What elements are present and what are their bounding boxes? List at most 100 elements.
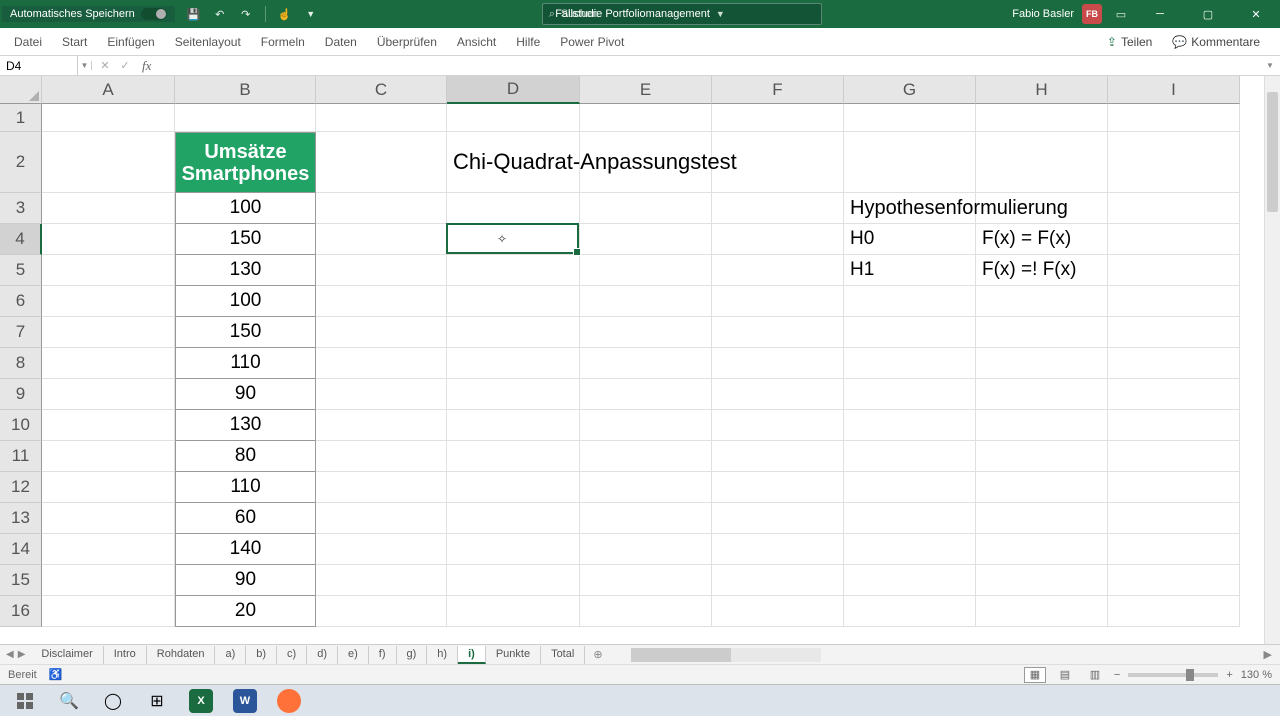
document-title[interactable]: Fallstudie Portfoliomanagement ▼: [555, 8, 725, 20]
cell-B1[interactable]: [175, 104, 316, 132]
cell-F3[interactable]: [712, 193, 844, 224]
sheet-tab-c[interactable]: c): [277, 646, 307, 664]
cortana-icon[interactable]: ◯: [92, 686, 134, 716]
cell-E13[interactable]: [580, 503, 712, 534]
cell-F5[interactable]: [712, 255, 844, 286]
cell-F14[interactable]: [712, 534, 844, 565]
cell-H12[interactable]: [976, 472, 1108, 503]
cell-F13[interactable]: [712, 503, 844, 534]
expand-formulabar[interactable]: ▼: [1260, 61, 1280, 70]
cell-C6[interactable]: [316, 286, 447, 317]
cell-A14[interactable]: [42, 534, 175, 565]
redo-icon[interactable]: ↷: [235, 3, 257, 25]
cell-I4[interactable]: [1108, 224, 1240, 255]
cell-D14[interactable]: [447, 534, 580, 565]
minimize-button[interactable]: ─: [1140, 0, 1180, 28]
column-header-H[interactable]: H: [976, 76, 1108, 104]
firefox-taskbar-icon[interactable]: [268, 686, 310, 716]
sheet-tab-i[interactable]: i): [458, 646, 486, 664]
column-header-F[interactable]: F: [712, 76, 844, 104]
row-header-9[interactable]: 9: [0, 379, 42, 410]
cell-A2[interactable]: [42, 132, 175, 193]
cell-I12[interactable]: [1108, 472, 1240, 503]
task-view-icon[interactable]: ⊞: [136, 686, 178, 716]
row-header-11[interactable]: 11: [0, 441, 42, 472]
cell-D8[interactable]: [447, 348, 580, 379]
cell-I13[interactable]: [1108, 503, 1240, 534]
cell-C10[interactable]: [316, 410, 447, 441]
cell-E6[interactable]: [580, 286, 712, 317]
cell-F7[interactable]: [712, 317, 844, 348]
cell-F10[interactable]: [712, 410, 844, 441]
cell-E8[interactable]: [580, 348, 712, 379]
select-all-corner[interactable]: [0, 76, 42, 104]
excel-taskbar-icon[interactable]: X: [180, 686, 222, 716]
cell-G8[interactable]: [844, 348, 976, 379]
column-header-D[interactable]: D: [447, 76, 580, 104]
cell-D2[interactable]: Chi-Quadrat-Anpassungstest: [447, 132, 580, 193]
cell-E11[interactable]: [580, 441, 712, 472]
cell-F8[interactable]: [712, 348, 844, 379]
cell-H1[interactable]: [976, 104, 1108, 132]
cells-area[interactable]: Umsätze Smartphones100150130100150110901…: [42, 104, 1264, 644]
ribbon-tab-start[interactable]: Start: [52, 28, 97, 55]
comments-button[interactable]: 💬 Kommentare: [1164, 33, 1268, 51]
cell-A12[interactable]: [42, 472, 175, 503]
cell-A3[interactable]: [42, 193, 175, 224]
row-header-1[interactable]: 1: [0, 104, 42, 132]
add-sheet-button[interactable]: ⊕: [585, 648, 610, 661]
cell-E4[interactable]: [580, 224, 712, 255]
ribbon-display-icon[interactable]: ▭: [1110, 3, 1132, 25]
name-box[interactable]: D4: [0, 56, 78, 76]
sheet-scroll-right[interactable]: ▶: [1264, 648, 1280, 661]
row-header-7[interactable]: 7: [0, 317, 42, 348]
sheet-tab-Total[interactable]: Total: [541, 646, 585, 664]
row-header-14[interactable]: 14: [0, 534, 42, 565]
zoom-level[interactable]: 130 %: [1241, 669, 1272, 681]
cell-A1[interactable]: [42, 104, 175, 132]
accept-icon[interactable]: ✓: [116, 57, 134, 75]
page-break-icon[interactable]: ▥: [1084, 667, 1106, 683]
sheet-tab-e[interactable]: e): [338, 646, 369, 664]
horizontal-scrollbar[interactable]: [631, 648, 821, 662]
spreadsheet-grid[interactable]: ABCDEFGHI 12345678910111213141516 Umsätz…: [0, 76, 1280, 644]
cell-G3[interactable]: Hypothesenformulierung: [844, 193, 976, 224]
row-header-5[interactable]: 5: [0, 255, 42, 286]
cell-C5[interactable]: [316, 255, 447, 286]
cell-A16[interactable]: [42, 596, 175, 627]
scrollbar-thumb[interactable]: [1267, 92, 1278, 212]
cell-F4[interactable]: [712, 224, 844, 255]
sheet-tab-Disclaimer[interactable]: Disclaimer: [31, 646, 103, 664]
cell-D7[interactable]: [447, 317, 580, 348]
cell-A5[interactable]: [42, 255, 175, 286]
cell-E5[interactable]: [580, 255, 712, 286]
cell-B12[interactable]: 110: [175, 472, 316, 503]
formula-input[interactable]: [155, 56, 1260, 75]
cell-H14[interactable]: [976, 534, 1108, 565]
column-header-I[interactable]: I: [1108, 76, 1240, 104]
cell-E9[interactable]: [580, 379, 712, 410]
ribbon-tab-formeln[interactable]: Formeln: [251, 28, 315, 55]
cell-C7[interactable]: [316, 317, 447, 348]
row-header-15[interactable]: 15: [0, 565, 42, 596]
search-button[interactable]: 🔍: [48, 686, 90, 716]
cell-G12[interactable]: [844, 472, 976, 503]
row-header-3[interactable]: 3: [0, 193, 42, 224]
cell-G1[interactable]: [844, 104, 976, 132]
cell-B3[interactable]: 100: [175, 193, 316, 224]
cell-B8[interactable]: 110: [175, 348, 316, 379]
cell-I5[interactable]: [1108, 255, 1240, 286]
accessibility-icon[interactable]: ♿: [49, 668, 63, 681]
touch-icon[interactable]: ☝: [274, 3, 296, 25]
cancel-icon[interactable]: ✕: [96, 57, 114, 75]
cell-B13[interactable]: 60: [175, 503, 316, 534]
zoom-slider[interactable]: [1128, 673, 1218, 677]
page-layout-icon[interactable]: ▤: [1054, 667, 1076, 683]
cell-D4[interactable]: [447, 224, 580, 255]
cell-D3[interactable]: [447, 193, 580, 224]
cell-H11[interactable]: [976, 441, 1108, 472]
cell-D11[interactable]: [447, 441, 580, 472]
sheet-tab-b[interactable]: b): [246, 646, 277, 664]
scrollbar-thumb[interactable]: [631, 648, 731, 662]
cell-G15[interactable]: [844, 565, 976, 596]
